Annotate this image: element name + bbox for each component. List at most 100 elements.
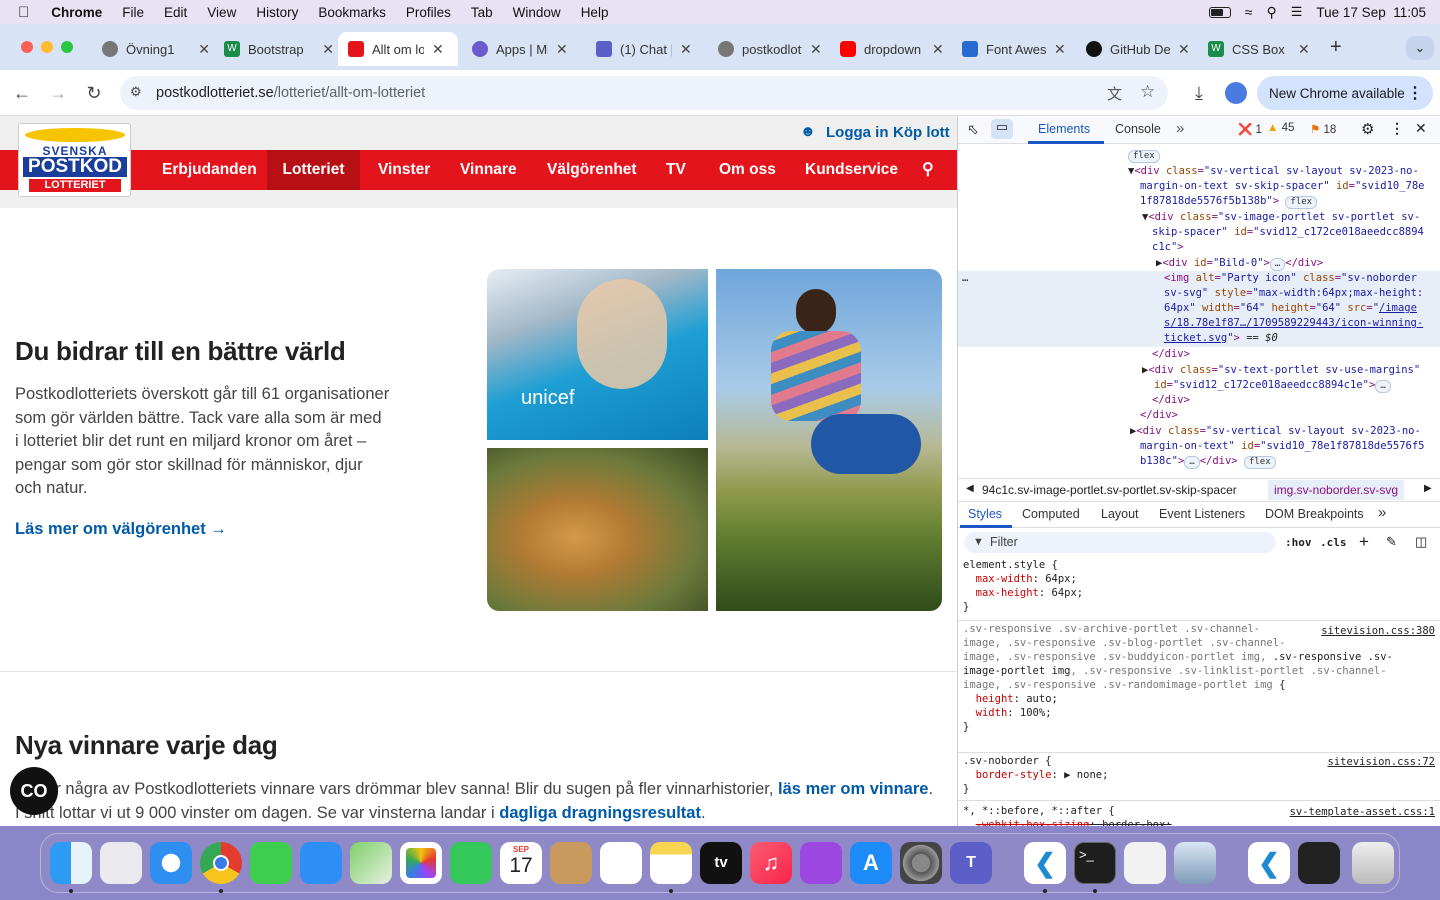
nav-kundservice[interactable]: Kundservice (805, 150, 898, 190)
nav-om-oss[interactable]: Om oss (719, 150, 776, 190)
new-tab-plus-icon[interactable]: + (1330, 36, 1342, 59)
devtools-tab-console[interactable]: Console (1115, 122, 1161, 136)
clock[interactable]: Tue 17 Sep 11:05 (1316, 5, 1426, 20)
menu-view[interactable]: View (207, 5, 236, 20)
menu-edit[interactable]: Edit (164, 5, 187, 20)
computed-tab[interactable]: Computed (1022, 507, 1080, 521)
nav-valgorenhet[interactable]: Välgörenhet (547, 150, 637, 190)
close-tab-icon[interactable]: ✕ (680, 41, 692, 58)
new-chrome-available-button[interactable]: New Chrome available ⋮ (1257, 76, 1433, 110)
safari-icon[interactable] (150, 842, 192, 884)
system-settings-icon[interactable] (900, 842, 942, 884)
postkodlotteriet-logo[interactable]: SVENSKA POSTKOD LOTTERIET (18, 123, 131, 197)
breadcrumb-left-arrow-icon[interactable]: ◀ (966, 483, 974, 494)
dom-node[interactable]: ▼<div class="sv-vertical sv-layout sv-20… (1128, 164, 1419, 180)
nav-vinster[interactable]: Vinster (378, 150, 430, 190)
rule-element-style[interactable]: element.style { max-width: 64px; max-hei… (963, 558, 1083, 614)
user-icon[interactable]: ☻ (800, 123, 816, 140)
warning-count[interactable]: ▲ 45 (1267, 122, 1294, 134)
facetime-icon[interactable] (450, 842, 492, 884)
read-more-winners-link[interactable]: läs mer om vinnare (778, 780, 928, 798)
styles-filter-input[interactable]: ▼ Filter (964, 532, 1276, 553)
vscode-recent-icon[interactable]: ❮ (1248, 842, 1290, 884)
app-store-icon[interactable]: A (850, 842, 892, 884)
node-ellipsis-icon[interactable]: … (962, 271, 968, 287)
issues-count[interactable]: ⚑ 18 (1310, 122, 1336, 136)
messages-icon[interactable] (250, 842, 292, 884)
paint-brush-icon[interactable]: ✎ (1386, 534, 1397, 550)
notes-icon[interactable] (650, 842, 692, 884)
nav-lotteriet[interactable]: Lotteriet (267, 150, 360, 190)
terminal-icon[interactable]: >_ (1074, 842, 1116, 884)
breadcrumb-right-arrow-icon[interactable]: ▶ (1424, 483, 1432, 494)
spotlight-search-icon[interactable]: ⚲ (1266, 4, 1276, 21)
tab-github-desktop[interactable]: GitHub Desktop ✕ (1076, 32, 1196, 66)
rule-sv-noborder[interactable]: .sv-noborder { border-style: ▶ none; } (963, 754, 1108, 796)
textedit-icon[interactable] (1124, 842, 1166, 884)
breadcrumb-parent[interactable]: 94c1c.sv-image-portlet.sv-portlet.sv-ski… (982, 483, 1237, 497)
close-tab-icon[interactable]: ✕ (432, 41, 444, 58)
mail-icon[interactable] (300, 842, 342, 884)
styles-rules[interactable]: element.style { max-width: 64px; max-hei… (958, 556, 1440, 826)
calendar-icon[interactable]: SEP 17 (500, 842, 542, 884)
tab-search-chevron-icon[interactable]: ⌄ (1406, 36, 1434, 60)
menu-chrome[interactable]: Chrome (51, 5, 102, 20)
chrome-icon[interactable] (200, 842, 242, 884)
tab-bootstrap[interactable]: W Bootstrap ✕ (214, 32, 334, 66)
preview-icon[interactable] (1174, 842, 1216, 884)
styles-tab[interactable]: Styles (968, 507, 1002, 521)
buy-ticket-link[interactable]: Köp lott (893, 124, 950, 141)
contacts-icon[interactable] (550, 842, 592, 884)
podcasts-icon[interactable] (800, 842, 842, 884)
tab-teams-chat[interactable]: (1) Chat | Microsoft Teams ✕ (586, 32, 704, 66)
close-tab-icon[interactable]: ✕ (322, 41, 334, 58)
hov-toggle[interactable]: :hov (1285, 536, 1312, 549)
apple-tv-icon[interactable]: tv (700, 842, 742, 884)
dom-node[interactable]: ▶<div class="sv-text-portlet sv-use-marg… (1142, 363, 1420, 379)
bookmark-star-icon[interactable]: ☆ (1140, 82, 1155, 102)
close-tab-icon[interactable]: ✕ (1298, 41, 1310, 58)
dom-node[interactable]: ▶<div class="sv-vertical sv-layout sv-20… (1130, 424, 1421, 440)
source-link-template-asset[interactable]: sv-template-asset.css:1 (1290, 805, 1435, 819)
control-center-icon[interactable]: ☰ (1291, 4, 1303, 20)
breadcrumb-current[interactable]: img.sv-noborder.sv-svg (1268, 480, 1405, 500)
finder-icon[interactable] (50, 842, 92, 884)
menu-help[interactable]: Help (581, 5, 609, 20)
battery-icon[interactable] (1208, 6, 1231, 18)
menu-bookmarks[interactable]: Bookmarks (318, 5, 386, 20)
selected-img-node[interactable]: <img alt="Party icon" class="sv-noborder (1164, 271, 1417, 287)
site-search-icon[interactable]: ⚲ (922, 150, 934, 190)
nav-tv[interactable]: TV (666, 150, 686, 190)
close-tab-icon[interactable]: ✕ (556, 41, 568, 58)
device-toolbar-icon[interactable]: ▭ (991, 119, 1013, 139)
settings-gear-icon[interactable]: ⚙ (1361, 120, 1374, 138)
close-tab-icon[interactable]: ✕ (1178, 41, 1190, 58)
back-arrow-icon[interactable]: ← (9, 80, 35, 106)
reminders-icon[interactable] (600, 842, 642, 884)
dom-node[interactable]: ▶<div id="Bild-0">… </div> (1156, 256, 1323, 272)
minimize-window-button[interactable] (41, 41, 53, 53)
new-style-rule-plus-icon[interactable]: + (1359, 532, 1369, 552)
rule-universal[interactable]: *, *::before, *::after { -webkit-box-siz… (963, 804, 1172, 826)
zoom-window-button[interactable] (61, 41, 73, 53)
tab-apps-microsoft[interactable]: Apps | Microsoft ✕ (462, 32, 582, 66)
tab-dropdown[interactable]: dropdown ✕ (830, 32, 950, 66)
menu-window[interactable]: Window (513, 5, 561, 20)
recent-window-icon[interactable] (1298, 842, 1340, 884)
cls-toggle[interactable]: .cls (1320, 536, 1347, 549)
menu-tab[interactable]: Tab (471, 5, 493, 20)
source-link-sitevision-72[interactable]: sitevision.css:72 (1328, 755, 1435, 769)
close-tab-icon[interactable]: ✕ (198, 41, 210, 58)
tab-allt-om-lotteriet[interactable]: Allt om lotteriet ✕ (338, 32, 458, 66)
more-panes-icon[interactable]: » (1378, 504, 1386, 521)
reload-icon[interactable]: ↻ (81, 80, 107, 106)
download-icon[interactable]: ⤓ (1186, 80, 1212, 106)
forward-arrow-icon[interactable]: → (45, 80, 71, 106)
cookie-settings-button[interactable]: CO (10, 767, 58, 815)
tab-font-awesome[interactable]: Font Awesome ✕ (952, 32, 1072, 66)
devtools-tab-elements[interactable]: Elements (1038, 122, 1090, 136)
inspect-element-icon[interactable]: ⬁ (967, 121, 979, 138)
close-tab-icon[interactable]: ✕ (932, 41, 944, 58)
address-bar[interactable]: ⚙ postkodlotteriet.se/lotteriet/allt-om-… (120, 76, 1168, 110)
translate-icon[interactable]: 文 (1107, 83, 1122, 104)
